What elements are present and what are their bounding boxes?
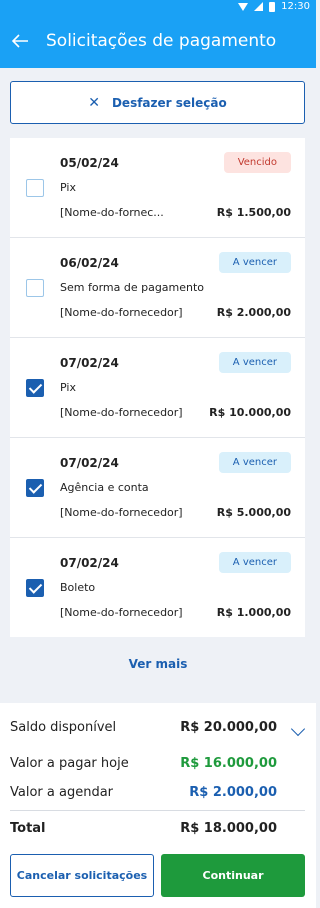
- total-label: Total: [10, 821, 46, 836]
- close-icon: ✕: [88, 94, 100, 111]
- request-date: 07/02/24: [60, 556, 119, 570]
- undo-selection-button[interactable]: ✕ Desfazer seleção: [10, 81, 305, 124]
- select-checkbox[interactable]: [26, 479, 44, 497]
- status-bar: 12:30: [0, 0, 316, 14]
- pay-today-label: Valor a pagar hoje: [10, 756, 129, 771]
- balance-label: Saldo disponível: [10, 720, 117, 735]
- select-checkbox[interactable]: [26, 379, 44, 397]
- chevron-down-icon[interactable]: [290, 721, 306, 737]
- balance-value: R$ 20.000,00: [180, 720, 277, 735]
- payment-request-row[interactable]: 06/02/24 A vencer Sem forma de pagamento…: [10, 238, 305, 338]
- request-amount: R$ 5.000,00: [216, 506, 291, 519]
- schedule-label: Valor a agendar: [10, 785, 114, 800]
- undo-selection-label: Desfazer seleção: [111, 95, 227, 110]
- cancel-requests-button[interactable]: Cancelar solicitações: [10, 854, 154, 897]
- battery-icon: [269, 1, 276, 12]
- app-bar: Solicitações de pagamento: [0, 14, 316, 68]
- request-date: 07/02/24: [60, 356, 119, 370]
- arrow-left-icon[interactable]: [10, 31, 30, 51]
- supplier-name: [Nome-do-fornecedor]: [60, 606, 183, 619]
- payment-request-list: 05/02/24 Vencido Pix [Nome-do-fornec... …: [10, 138, 305, 637]
- request-date: 06/02/24: [60, 256, 119, 270]
- payment-request-row[interactable]: 05/02/24 Vencido Pix [Nome-do-fornec... …: [10, 138, 305, 238]
- schedule-value: R$ 2.000,00: [189, 785, 277, 800]
- payment-method: Pix: [60, 181, 76, 194]
- request-amount: R$ 10.000,00: [209, 406, 291, 419]
- status-badge: Vencido: [223, 152, 291, 173]
- status-badge: A vencer: [218, 252, 291, 273]
- request-date: 05/02/24: [60, 156, 119, 170]
- supplier-name: [Nome-do-fornecedor]: [60, 406, 183, 419]
- select-checkbox[interactable]: [26, 279, 44, 297]
- select-checkbox[interactable]: [26, 579, 44, 597]
- status-badge: A vencer: [218, 552, 291, 573]
- supplier-name: [Nome-do-fornecedor]: [60, 306, 183, 319]
- status-time: 12:30: [281, 1, 310, 12]
- payment-method: Sem forma de pagamento: [60, 281, 205, 294]
- supplier-name: [Nome-do-fornecedor]: [60, 506, 183, 519]
- payment-method: Pix: [60, 381, 76, 394]
- payment-request-row[interactable]: 07/02/24 A vencer Agência e conta [Nome-…: [10, 438, 305, 538]
- payment-request-row[interactable]: 07/02/24 A vencer Boleto [Nome-do-fornec…: [10, 538, 305, 638]
- payment-method: Boleto: [60, 581, 96, 594]
- payment-request-row[interactable]: 07/02/24 A vencer Pix [Nome-do-fornecedo…: [10, 338, 305, 438]
- request-amount: R$ 1.000,00: [216, 606, 291, 619]
- select-checkbox[interactable]: [26, 179, 44, 197]
- supplier-name: [Nome-do-fornec...: [60, 206, 164, 219]
- page-title: Solicitações de pagamento: [46, 31, 277, 51]
- request-date: 07/02/24: [60, 456, 119, 470]
- wifi-icon: [238, 2, 249, 11]
- request-amount: R$ 2.000,00: [216, 306, 291, 319]
- signal-icon: [254, 2, 264, 11]
- request-amount: R$ 1.500,00: [216, 206, 291, 219]
- see-more-link[interactable]: Ver mais: [0, 657, 316, 671]
- payment-method: Agência e conta: [60, 481, 149, 494]
- divider: [10, 810, 305, 811]
- continue-button[interactable]: Continuar: [161, 854, 305, 897]
- status-badge: A vencer: [218, 352, 291, 373]
- pay-today-value: R$ 16.000,00: [180, 756, 277, 771]
- total-value: R$ 18.000,00: [180, 821, 277, 836]
- status-badge: A vencer: [218, 452, 291, 473]
